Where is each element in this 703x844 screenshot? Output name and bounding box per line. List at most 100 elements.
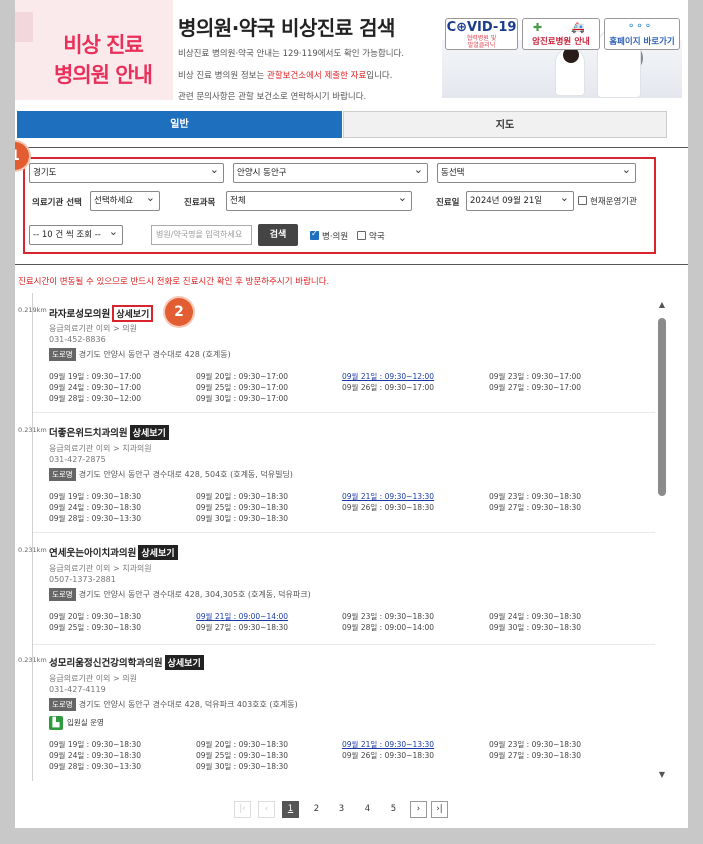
org-select[interactable]: 선택하세요 bbox=[90, 191, 160, 211]
schedule-item: 09월 28일 : 09:30~12:00 bbox=[49, 394, 142, 403]
page-size-select[interactable]: -- 10 건 씩 조회 -- bbox=[29, 225, 123, 245]
schedule-item: 09월 23일 : 09:30~18:30 bbox=[489, 492, 582, 501]
banner-line-1: 비상 진료 bbox=[63, 33, 144, 57]
cancer-hospital-link[interactable]: ✚ 🚑 암진료병원 안내 bbox=[522, 18, 600, 50]
address-text: 경기도 안양시 동안구 경수대로 428, 504호 (호계동, 덕유빌딩) bbox=[78, 470, 293, 479]
province-select[interactable]: 경기도 bbox=[29, 163, 224, 183]
schedule-item: 09월 25일 : 09:30~18:30 bbox=[196, 503, 289, 512]
detail-button[interactable]: 상세보기 bbox=[112, 305, 154, 322]
search-input[interactable]: 병원/약국명을 입력하세요 bbox=[151, 225, 252, 245]
logo-icon: ⚬⚬⚬ bbox=[627, 21, 653, 32]
cancer-hospital-label: 암진료병원 안내 bbox=[532, 37, 590, 47]
doctor-illustration bbox=[555, 47, 585, 96]
page-4-button[interactable]: 4 bbox=[359, 801, 376, 818]
facility-name-text: 라자로성모의원 bbox=[49, 309, 111, 320]
scroll-down-icon[interactable]: ▼ bbox=[657, 770, 667, 779]
ambulance-icon: 🚑 bbox=[571, 21, 585, 34]
tab-general[interactable]: 일반 bbox=[17, 111, 342, 138]
page-title: 병의원·약국 비상진료 검색 bbox=[178, 16, 395, 40]
covid-hospital-link[interactable]: C⊕VID-19 협력병원 및 발열클리닉 bbox=[445, 18, 518, 50]
homepage-link[interactable]: ⚬⚬⚬ 홈페이지 바로가기 bbox=[604, 18, 680, 50]
schedule-item: 09월 24일 : 09:30~17:00 bbox=[49, 383, 142, 392]
dept-select[interactable]: 전체 bbox=[226, 191, 412, 211]
facility-phone: 0507-1373-2881 bbox=[49, 575, 116, 584]
schedule-item-today: 09월 21일 : 09:30~12:00 bbox=[342, 372, 435, 381]
road-tag: 도로명 bbox=[49, 348, 76, 361]
entry-divider bbox=[33, 532, 655, 533]
schedule-item: 09월 25일 : 09:30~18:30 bbox=[49, 623, 142, 632]
scrollbar[interactable]: ▲ ▼ bbox=[657, 300, 667, 780]
open-now-label: 현재운영기관 bbox=[590, 197, 637, 207]
hospital-icon: ✚ bbox=[533, 21, 543, 34]
distance-label: 0.231km bbox=[18, 426, 47, 434]
schedule-item: 09월 23일 : 09:30~18:30 bbox=[342, 612, 435, 621]
facility-phone: 031-452-8836 bbox=[49, 335, 106, 344]
dong-select[interactable]: 동선택 bbox=[437, 163, 636, 183]
info-text-2-pre: 비상 진료 병의원 정보는 bbox=[178, 71, 268, 81]
distance-label: 0.219km bbox=[18, 306, 47, 314]
schedule-item: 09월 20일 : 09:30~17:00 bbox=[196, 372, 289, 381]
schedule-item: 09월 30일 : 09:30~18:30 bbox=[196, 762, 289, 771]
notice-text: 진료시간이 변동될 수 있으므로 반드시 전화로 진료시간 확인 후 방문하주시… bbox=[18, 277, 330, 287]
facility-address: 도로명 경기도 안양시 동안구 경수대로 428, 덕유파크 403호호 (호계동… bbox=[49, 698, 298, 711]
facility-address: 도로명 경기도 안양시 동안구 경수대로 428 (호계동) bbox=[49, 348, 231, 361]
facility-category: 응급의료기관 이외 > 의원 bbox=[49, 324, 137, 333]
distance-label: 0.231km bbox=[18, 546, 47, 554]
page-3-button[interactable]: 3 bbox=[333, 801, 350, 818]
facility-address: 도로명 경기도 안양시 동안구 경수대로 428, 504호 (호계동, 덕유빌딩… bbox=[49, 468, 293, 481]
divider-2 bbox=[15, 264, 688, 265]
schedule-item: 09월 20일 : 09:30~18:30 bbox=[196, 492, 289, 501]
city-select[interactable]: 안양시 동안구 bbox=[233, 163, 428, 183]
homepage-label: 홈페이지 바로가기 bbox=[609, 37, 675, 47]
info-text-2-post: 입니다. bbox=[366, 71, 393, 81]
bed-icon: ▙ bbox=[49, 716, 63, 730]
timeline-line bbox=[32, 293, 33, 781]
schedule-item: 09월 26일 : 09:30~18:30 bbox=[342, 503, 435, 512]
schedule-item-today: 09월 21일 : 09:00~14:00 bbox=[196, 612, 289, 621]
special-service: ▙ 입원실 운영 bbox=[49, 716, 104, 730]
facility-name: 라자로성모의원 상세보기 bbox=[49, 305, 154, 322]
schedule-item: 09월 27일 : 09:30~18:30 bbox=[489, 503, 582, 512]
facility-name-text: 성모리움정신건강의학과의원 bbox=[49, 658, 163, 669]
prev-page-button[interactable]: ‹ bbox=[258, 801, 275, 818]
open-now-checkbox[interactable] bbox=[578, 196, 587, 205]
date-label: 진료일 bbox=[436, 198, 460, 208]
page-2-button[interactable]: 2 bbox=[308, 801, 325, 818]
hospital-checkbox[interactable] bbox=[310, 229, 319, 240]
covid-sub-1: 협력병원 및 bbox=[466, 35, 497, 42]
page-1-button[interactable]: 1 bbox=[282, 801, 299, 818]
schedule-item: 09월 20일 : 09:30~18:30 bbox=[49, 612, 142, 621]
info-text-2-highlight: 관할보건소에서 제출한 자료 bbox=[267, 71, 367, 81]
facility-name: 성모리움정신건강의학과의원 상세보기 bbox=[49, 655, 204, 670]
schedule-item: 09월 30일 : 09:30~18:30 bbox=[489, 623, 582, 632]
entry-divider bbox=[33, 412, 655, 413]
schedule-item: 09월 24일 : 09:30~18:30 bbox=[49, 751, 142, 760]
first-page-button[interactable]: |‹ bbox=[234, 801, 251, 818]
special-service-label: 입원실 운영 bbox=[67, 718, 104, 727]
detail-button[interactable]: 상세보기 bbox=[129, 425, 169, 440]
detail-button[interactable]: 상세보기 bbox=[138, 545, 178, 560]
schedule-item: 09월 24일 : 09:30~18:30 bbox=[49, 503, 142, 512]
pharmacy-checkbox-label: 약국 bbox=[369, 232, 385, 242]
schedule-item-today: 09월 21일 : 09:30~13:30 bbox=[342, 492, 435, 501]
tab-map[interactable]: 지도 bbox=[343, 111, 667, 138]
step-badge-2: 2 bbox=[165, 298, 193, 326]
facility-name: 연세웃는아이치과의원 상세보기 bbox=[49, 545, 178, 560]
search-button[interactable]: 검색 bbox=[258, 224, 298, 246]
next-page-button[interactable]: › bbox=[410, 801, 427, 818]
last-page-button[interactable]: ›| bbox=[431, 801, 448, 818]
facility-name: 더좋은위드치과의원 상세보기 bbox=[49, 425, 169, 440]
page-5-button[interactable]: 5 bbox=[385, 801, 402, 818]
facility-category: 응급의료기관 이외 > 치과의원 bbox=[49, 444, 152, 453]
schedule-item: 09월 25일 : 09:30~17:00 bbox=[196, 383, 289, 392]
schedule-item: 09월 24일 : 09:30~18:30 bbox=[489, 612, 582, 621]
search-filter-box: 경기도 안양시 동안구 동선택 의료기관 선택 선택하세요 진료과목 전체 진료… bbox=[23, 157, 656, 254]
date-select[interactable]: 2024년 09월 21일 bbox=[466, 191, 574, 211]
scrollbar-thumb[interactable] bbox=[658, 318, 666, 496]
scroll-up-icon[interactable]: ▲ bbox=[657, 300, 667, 309]
schedule-item-today: 09월 21일 : 09:30~13:30 bbox=[342, 740, 435, 749]
facility-phone: 031-427-4119 bbox=[49, 685, 106, 694]
schedule-item: 09월 20일 : 09:30~18:30 bbox=[196, 740, 289, 749]
pharmacy-checkbox[interactable] bbox=[357, 231, 366, 240]
detail-button[interactable]: 상세보기 bbox=[164, 655, 204, 670]
